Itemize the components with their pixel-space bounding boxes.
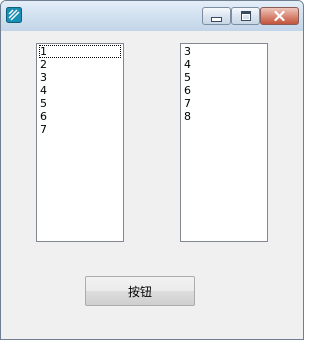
minimize-button[interactable] bbox=[202, 7, 231, 25]
list-item[interactable]: 6 bbox=[183, 84, 265, 97]
close-button[interactable] bbox=[260, 7, 299, 25]
application-window: 1234567 345678 按钮 bbox=[0, 0, 304, 340]
list-item[interactable]: 1 bbox=[39, 45, 121, 58]
list-item[interactable]: 7 bbox=[183, 97, 265, 110]
close-icon bbox=[274, 11, 285, 21]
right-listbox[interactable]: 345678 bbox=[180, 43, 268, 242]
app-icon bbox=[6, 7, 22, 23]
maximize-button[interactable] bbox=[231, 7, 260, 25]
list-item[interactable]: 4 bbox=[183, 58, 265, 71]
minimize-icon bbox=[211, 16, 222, 22]
list-item[interactable]: 5 bbox=[39, 97, 121, 110]
list-item[interactable]: 2 bbox=[39, 58, 121, 71]
list-item[interactable]: 3 bbox=[39, 71, 121, 84]
list-item[interactable]: 8 bbox=[183, 110, 265, 123]
list-item[interactable]: 7 bbox=[39, 123, 121, 136]
title-bar[interactable] bbox=[1, 1, 303, 31]
action-button[interactable]: 按钮 bbox=[85, 276, 195, 306]
left-listbox[interactable]: 1234567 bbox=[36, 43, 124, 242]
list-item[interactable]: 6 bbox=[39, 110, 121, 123]
list-item[interactable]: 5 bbox=[183, 71, 265, 84]
list-item[interactable]: 3 bbox=[183, 45, 265, 58]
list-item[interactable]: 4 bbox=[39, 84, 121, 97]
maximize-icon bbox=[240, 11, 251, 21]
